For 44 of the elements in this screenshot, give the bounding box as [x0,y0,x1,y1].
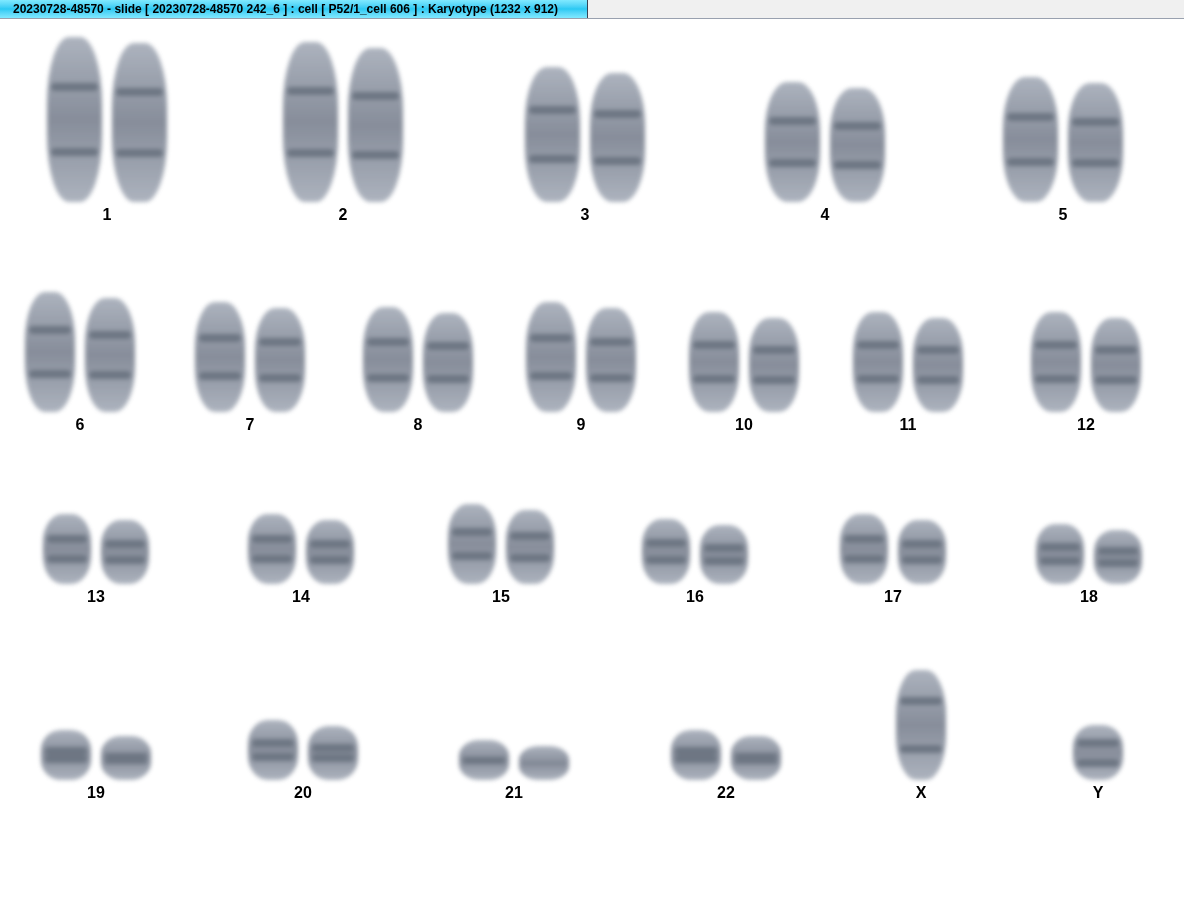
chromosome-image [898,520,946,584]
chromosome-image [101,520,149,584]
chromosome-label: 16 [686,588,704,606]
chromosome-image [248,720,298,780]
chromosome-label: 10 [735,416,753,434]
chromosome-image [308,726,358,780]
chromosome-image [700,525,748,584]
chromosome-label: 17 [884,588,902,606]
chromosome-image [1073,725,1123,780]
chromosome-label: 12 [1077,416,1095,434]
chromosome-image [1036,524,1084,584]
window-title: 20230728-48570 - slide [ 20230728-48570 242_6 ] : cell [ P52/1_cell 606 ] : Karyotype (1232 x 912) [0,0,588,18]
chromosome-label: 6 [75,416,85,434]
chromosome-label: 5 [1058,206,1068,224]
chromosome-image [642,519,690,584]
chromosome-label: 9 [576,416,586,434]
chromosome-image [459,740,509,780]
chromosome-image [101,736,151,780]
chromosome-image [731,736,781,780]
chromosome-label: 15 [492,588,510,606]
chromosome-label: 2 [338,206,348,224]
chromosome-label: 20 [294,784,312,802]
chromosome-label: 22 [717,784,735,802]
chromosome-label: 14 [292,588,310,606]
chromosome-label: 13 [87,588,105,606]
chromosome-image [248,514,296,584]
chromosome-label: Y [1092,784,1104,802]
chromosome-image [43,514,91,584]
chromosome-image [840,514,888,584]
chromosome-image [306,520,354,584]
chromosome-label: 21 [505,784,523,802]
chromosome-label: 18 [1080,588,1098,606]
chromosome-label: 11 [899,416,917,434]
chromosome-image [1094,530,1142,584]
chromosome-label: 3 [580,206,590,224]
chromosome-image [41,730,91,780]
chromosome-image [519,746,569,780]
chromosome-label: 1 [102,206,112,224]
chromosome-label: 19 [87,784,105,802]
chromosome-image [671,730,721,780]
chromosome-label: 4 [820,206,830,224]
chromosome-label: 7 [245,416,255,434]
chromosome-label: X [915,784,927,802]
chromosome-label: 8 [413,416,423,434]
